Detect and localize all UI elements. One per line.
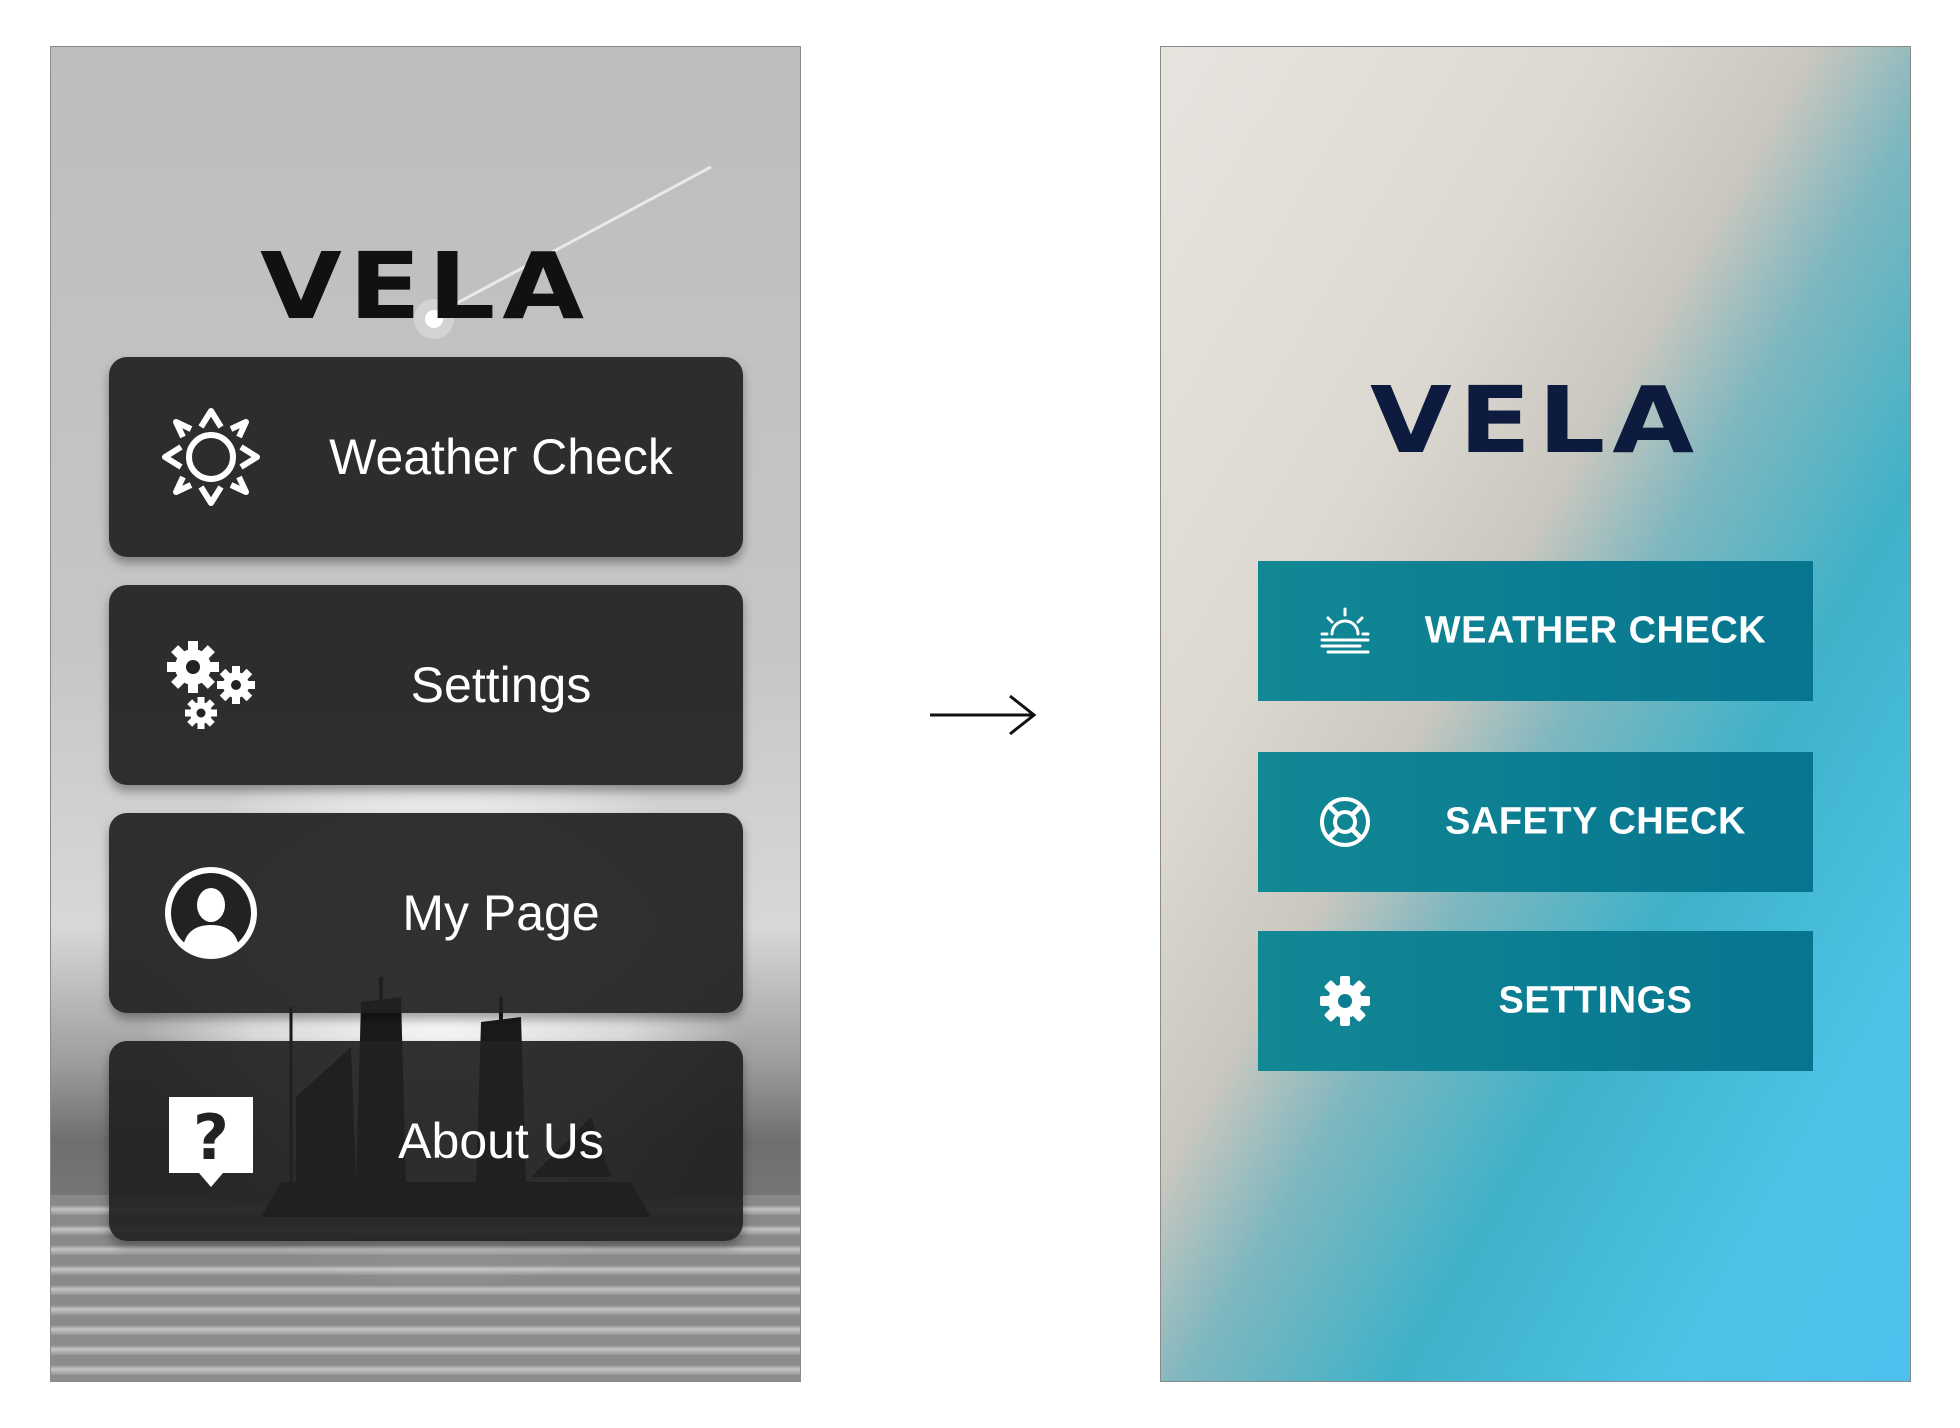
safety-check-label: SAFETY CHECK	[1445, 800, 1746, 843]
about-us-label: About Us	[398, 1113, 604, 1169]
weather-check-button[interactable]: WEATHER CHECK	[1258, 561, 1813, 701]
weather-icon	[1320, 607, 1370, 654]
old-design-screen: VELA Weather Check Settings My Page ? Ab…	[50, 46, 801, 1382]
settings-label: SETTINGS	[1498, 979, 1693, 1022]
my-page-button[interactable]: My Page	[109, 813, 743, 1013]
new-design-screen: VELA WEATHER CHECK SAFETY CHECK SETTINGS	[1160, 46, 1911, 1382]
about-us-button[interactable]: ? About Us	[109, 1041, 743, 1241]
lifebuoy-icon	[1320, 797, 1370, 847]
vela-logo: VELA	[259, 233, 592, 340]
settings-button[interactable]: SETTINGS	[1258, 931, 1813, 1071]
settings-button[interactable]: Settings	[109, 585, 743, 785]
weather-check-button[interactable]: Weather Check	[109, 357, 743, 557]
user-icon	[165, 867, 257, 959]
svg-text:?: ?	[193, 1101, 229, 1174]
safety-check-button[interactable]: SAFETY CHECK	[1258, 752, 1813, 892]
settings-label: Settings	[410, 657, 592, 713]
my-page-label: My Page	[402, 885, 600, 941]
gear-icon	[1320, 976, 1370, 1026]
sun-icon	[162, 408, 260, 506]
vela-logo: VELA	[1369, 367, 1702, 474]
gears-icon	[167, 641, 255, 729]
question-icon: ?	[169, 1097, 253, 1187]
weather-check-label: Weather Check	[329, 429, 673, 485]
arrow-right-icon	[930, 694, 1037, 736]
weather-check-label: WEATHER CHECK	[1424, 609, 1767, 652]
